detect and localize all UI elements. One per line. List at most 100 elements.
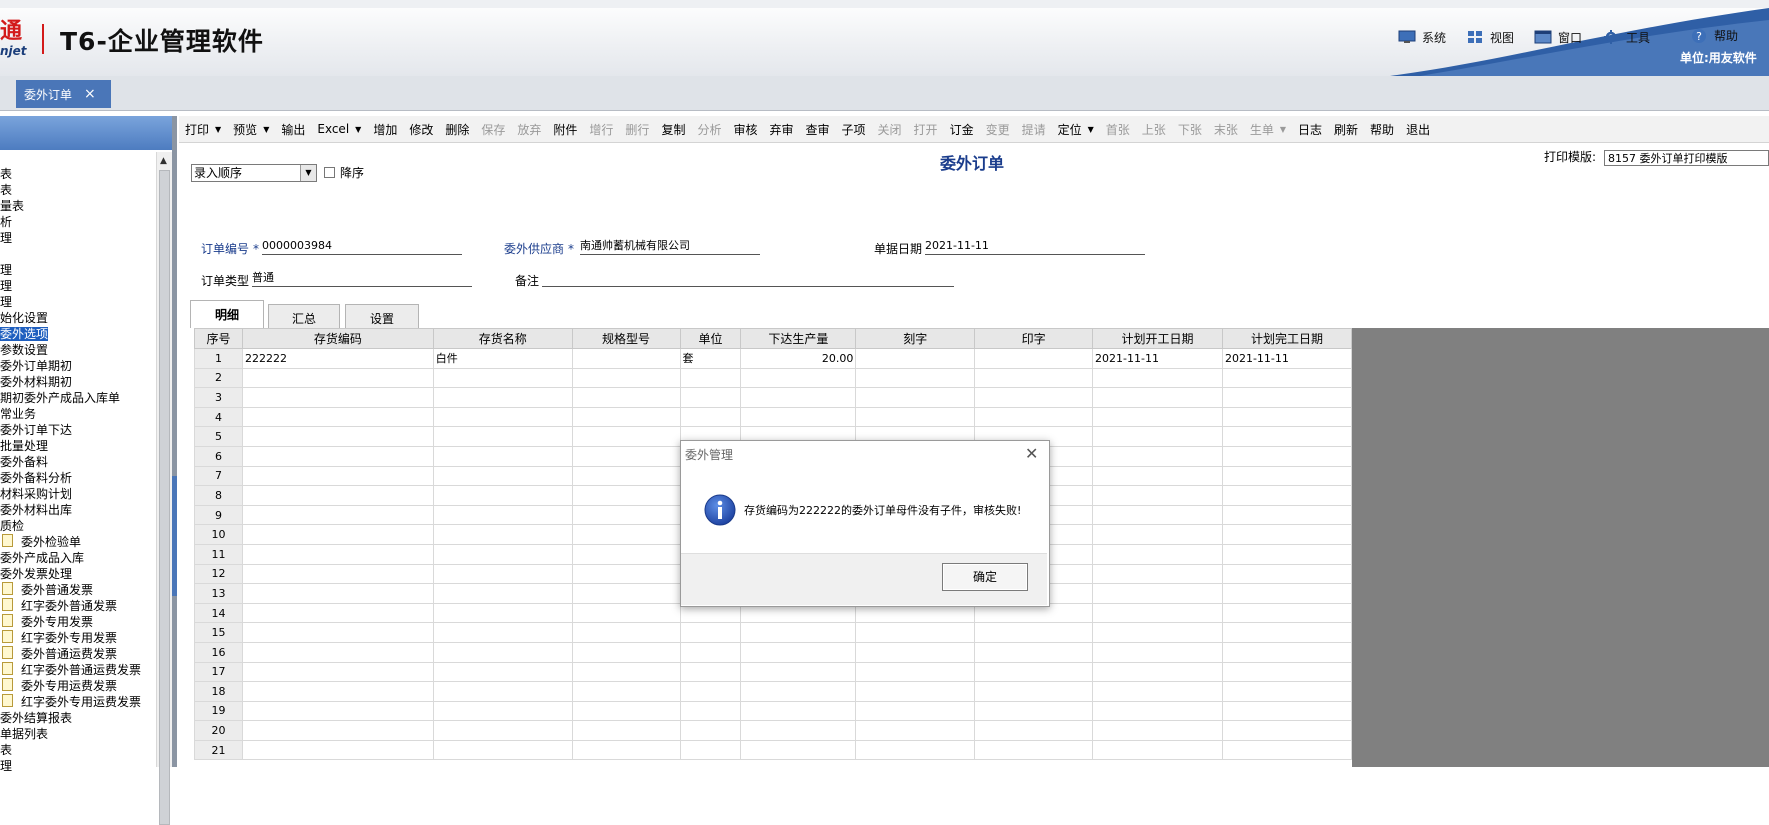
table-row[interactable]: 2	[194, 367, 1352, 389]
sidebar-item[interactable]: 理	[0, 278, 158, 294]
table-cell[interactable]	[974, 661, 1094, 683]
table-cell[interactable]	[432, 504, 573, 526]
table-cell[interactable]	[571, 700, 681, 722]
table-cell[interactable]	[1092, 661, 1223, 683]
table-cell[interactable]	[571, 367, 681, 389]
remark-field[interactable]	[542, 270, 954, 287]
column-header[interactable]: 刻字	[855, 328, 976, 349]
table-cell[interactable]	[855, 641, 976, 663]
table-cell[interactable]	[1092, 426, 1223, 447]
sidebar-splitter[interactable]	[172, 116, 177, 767]
sidebar-item[interactable]: 单据列表	[0, 726, 158, 742]
toolbar-button[interactable]: 定位 ▼	[1052, 118, 1100, 140]
table-cell[interactable]	[241, 485, 434, 506]
table-cell[interactable]	[432, 387, 573, 408]
table-cell[interactable]	[1092, 445, 1223, 467]
table-cell[interactable]	[432, 720, 573, 741]
table-cell[interactable]	[679, 387, 742, 408]
table-cell[interactable]	[432, 641, 573, 663]
table-cell[interactable]	[241, 465, 434, 487]
sidebar-item[interactable]: 表	[0, 742, 158, 758]
toolbar-button[interactable]: 帮助	[1364, 118, 1400, 140]
column-header[interactable]: 下达生产量	[740, 328, 857, 349]
table-cell[interactable]	[571, 406, 681, 428]
sidebar-item[interactable]: 红字委外普通发票	[0, 598, 158, 614]
table-cell[interactable]	[571, 602, 681, 624]
table-cell[interactable]	[855, 720, 976, 741]
table-cell[interactable]	[241, 720, 434, 741]
table-cell[interactable]: 2021-11-11	[1221, 348, 1352, 369]
sidebar-item[interactable]: 始化设置	[0, 310, 158, 326]
table-cell[interactable]	[571, 387, 681, 408]
table-cell[interactable]	[432, 485, 573, 506]
table-cell[interactable]	[571, 681, 681, 702]
table-cell[interactable]	[679, 681, 742, 702]
table-cell[interactable]	[1221, 367, 1352, 389]
sidebar-item[interactable]: 委外产成品入库	[0, 550, 158, 566]
table-cell[interactable]	[241, 563, 434, 585]
table-cell[interactable]	[740, 622, 857, 643]
sidebar-item[interactable]: 批量处理	[0, 438, 158, 454]
ok-button[interactable]: 确定	[942, 563, 1028, 591]
tab-settings[interactable]: 设置	[345, 304, 419, 328]
table-cell[interactable]	[571, 583, 681, 604]
table-cell[interactable]	[1221, 583, 1352, 604]
table-cell[interactable]	[974, 622, 1094, 643]
sidebar-item[interactable]: 委外结算报表	[0, 710, 158, 726]
toolbar-button[interactable]: 保存	[475, 118, 511, 140]
sidebar-item[interactable]: 委外订单期初	[0, 358, 158, 374]
table-cell[interactable]	[571, 622, 681, 643]
toolbar-button[interactable]: 下张	[1172, 118, 1208, 140]
toolbar-button[interactable]: 修改	[403, 118, 439, 140]
table-cell[interactable]	[855, 387, 976, 408]
table-cell[interactable]	[432, 739, 573, 761]
toolbar-button[interactable]: 分析	[691, 118, 727, 140]
sidebar-item[interactable]: 委外材料期初	[0, 374, 158, 390]
table-cell[interactable]	[1221, 524, 1352, 545]
close-tab-icon[interactable]: ×	[84, 86, 96, 102]
table-cell[interactable]	[241, 543, 434, 565]
chevron-down-icon[interactable]: ▼	[300, 165, 316, 181]
toolbar-button[interactable]: 增加	[367, 118, 403, 140]
scroll-up-icon[interactable]: ▲	[160, 156, 167, 166]
tab-summary[interactable]: 汇总	[268, 304, 340, 328]
table-cell[interactable]	[432, 681, 573, 702]
table-cell[interactable]	[432, 426, 573, 447]
sidebar-item[interactable]: 常业务	[0, 406, 158, 422]
table-cell[interactable]	[740, 700, 857, 722]
table-cell[interactable]	[1221, 681, 1352, 702]
toolbar-button[interactable]: 日志	[1292, 118, 1328, 140]
table-cell[interactable]	[1221, 485, 1352, 506]
table-row[interactable]: 17	[194, 661, 1352, 683]
table-cell[interactable]	[1092, 406, 1223, 428]
table-cell[interactable]	[1221, 465, 1352, 487]
sidebar-item[interactable]: 委外专用运费发票	[0, 678, 158, 694]
order-no-field[interactable]: 0000003984	[262, 238, 462, 255]
toolbar-button[interactable]: 退出	[1400, 118, 1436, 140]
table-cell[interactable]	[1092, 583, 1223, 604]
table-cell[interactable]	[241, 681, 434, 702]
table-cell[interactable]	[571, 641, 681, 663]
column-header[interactable]: 存货编码	[241, 328, 434, 349]
table-cell[interactable]	[241, 641, 434, 663]
sidebar-item[interactable]: 理	[0, 758, 158, 774]
sidebar-item[interactable]: 红字委外专用发票	[0, 630, 158, 646]
sidebar-item[interactable]: 委外材料出库	[0, 502, 158, 518]
table-row[interactable]: 21	[194, 739, 1352, 761]
toolbar-button[interactable]: 订金	[944, 118, 980, 140]
table-cell[interactable]	[1092, 367, 1223, 389]
table-cell[interactable]	[432, 622, 573, 643]
toolbar-button[interactable]: 生单 ▼	[1244, 118, 1292, 140]
table-cell[interactable]	[241, 426, 434, 447]
toolbar-button[interactable]: Excel ▼	[311, 118, 367, 140]
toolbar-button[interactable]: 放弃	[511, 118, 547, 140]
dropdown-arrow-icon[interactable]: ▼	[1088, 125, 1094, 134]
table-cell[interactable]	[1092, 504, 1223, 526]
table-cell[interactable]	[241, 387, 434, 408]
table-cell[interactable]	[241, 524, 434, 545]
table-cell[interactable]	[679, 641, 742, 663]
table-cell[interactable]	[1092, 602, 1223, 624]
table-cell[interactable]	[974, 406, 1094, 428]
table-cell[interactable]	[974, 739, 1094, 761]
table-row[interactable]: 19	[194, 700, 1352, 722]
